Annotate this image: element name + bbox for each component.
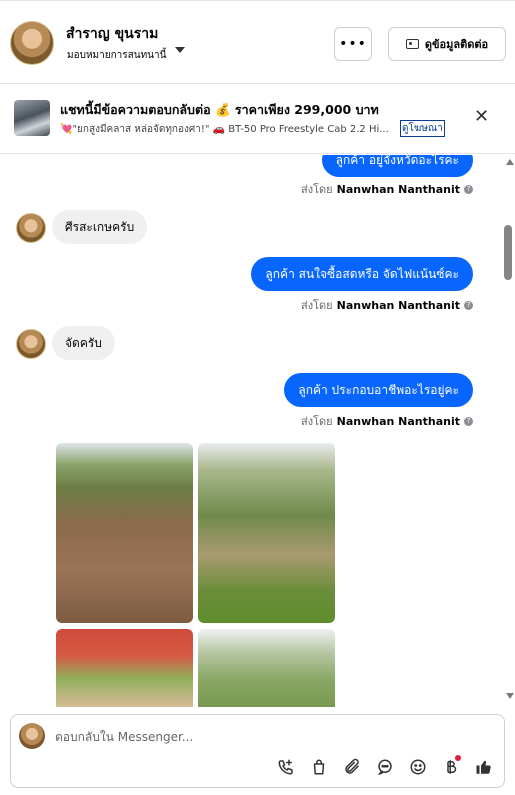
close-icon[interactable]: ✕ — [474, 108, 489, 126]
message-thread: ลูกค้า อยู่จังหวัดอะไรคะ ส่งโดย Nanwhan … — [0, 155, 503, 707]
sender-name: Nanwhan Nanthanit — [336, 298, 460, 312]
sender-name: Nanwhan Nanthanit — [336, 182, 460, 196]
more-options-button[interactable]: ••• — [334, 27, 372, 61]
contact-avatar-small[interactable] — [16, 213, 46, 243]
chevron-down-icon[interactable] — [175, 47, 185, 53]
composer-toolbar — [276, 755, 494, 777]
shared-photo[interactable] — [56, 443, 193, 623]
contact-avatar[interactable] — [10, 21, 54, 65]
contact-card-icon — [405, 39, 419, 49]
incoming-message[interactable]: จัดครับ — [52, 326, 115, 360]
contact-name[interactable]: สำราญ ขุนราม — [66, 23, 158, 45]
shared-photo[interactable] — [198, 629, 335, 707]
call-add-icon[interactable] — [276, 757, 296, 777]
notification-dot — [455, 755, 461, 761]
assign-conversation-label[interactable]: มอบหมายการสนทนานี้ — [67, 48, 166, 63]
view-ad-link[interactable]: ดูโฆษณา — [400, 120, 445, 137]
sent-by-label: ส่งโดย — [301, 299, 333, 312]
thumbs-up-icon[interactable] — [474, 757, 494, 777]
paperclip-icon[interactable] — [342, 757, 362, 777]
outgoing-message[interactable]: ลูกค้า สนใจซื้อสดหรือ จัดไฟแน้นซ์คะ — [251, 257, 473, 291]
scroll-down-arrow-icon[interactable] — [506, 693, 514, 699]
sent-by-line: ส่งโดย Nanwhan Nanthanit ? — [301, 180, 473, 198]
incoming-message[interactable]: ศีรสะเกษครับ — [52, 210, 148, 244]
baht-icon[interactable] — [441, 755, 461, 777]
view-contact-info-label: ดูข้อมูลติดต่อ — [424, 38, 489, 51]
sent-by-line: ส่งโดย Nanwhan Nanthanit ? — [301, 296, 473, 314]
scroll-up-arrow-icon[interactable] — [506, 159, 514, 165]
outgoing-message[interactable]: ลูกค้า อยู่จังหวัดอะไรคะ — [321, 155, 473, 177]
conversation-header: สำราญ ขุนราม มอบหมายการสนทนานี้ ••• ดูข้… — [0, 0, 515, 84]
reply-input[interactable] — [55, 725, 455, 749]
chat-bubble-icon[interactable] — [375, 757, 395, 777]
info-icon[interactable]: ? — [464, 416, 473, 426]
thread-scrollbar[interactable] — [503, 155, 515, 707]
scrollbar-thumb[interactable] — [504, 225, 512, 280]
sender-name: Nanwhan Nanthanit — [336, 414, 460, 428]
info-icon[interactable]: ? — [464, 184, 473, 194]
emoji-icon[interactable] — [408, 757, 428, 777]
ad-banner-description: 💘"ยกสูงมีคลาส หล่อจัดทุกองศา!" 🚗 BT-50 P… — [60, 124, 389, 135]
bag-icon[interactable] — [309, 757, 329, 777]
outgoing-message[interactable]: ลูกค้า ประกอบอาชีพอะไรอยู่คะ — [284, 373, 473, 407]
view-contact-info-button[interactable]: ดูข้อมูลติดต่อ — [388, 27, 506, 61]
ad-thumbnail — [14, 100, 50, 136]
message-composer — [10, 714, 505, 788]
shared-photo[interactable] — [198, 443, 335, 623]
sent-by-label: ส่งโดย — [301, 183, 333, 196]
ad-reply-banner: แชทนี้มีข้อความตอบกลับต่อ 💰 ราคาเพียง 29… — [0, 84, 515, 154]
contact-avatar-small[interactable] — [16, 329, 46, 359]
sent-by-line: ส่งโดย Nanwhan Nanthanit ? — [301, 412, 473, 430]
info-icon[interactable]: ? — [464, 300, 473, 310]
shared-photo[interactable] — [56, 629, 193, 707]
sent-by-label: ส่งโดย — [301, 415, 333, 428]
ad-banner-title: แชทนี้มีข้อความตอบกลับต่อ 💰 ราคาเพียง 29… — [60, 102, 379, 117]
page-avatar — [19, 723, 45, 749]
